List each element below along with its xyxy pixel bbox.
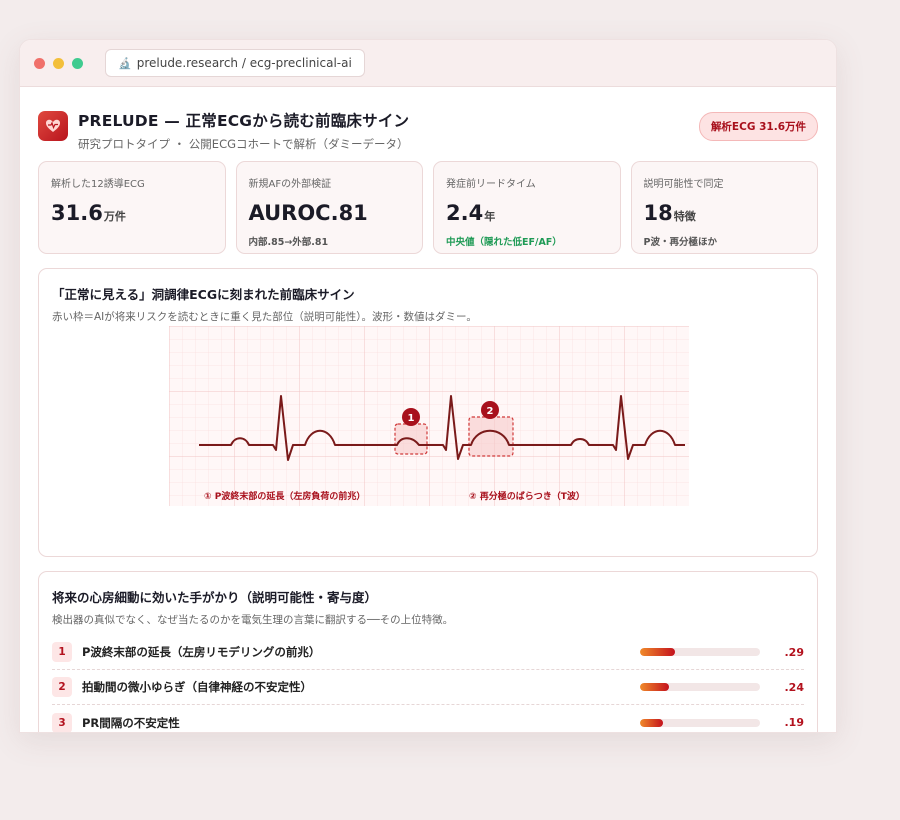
address-bar[interactable]: 🔬 prelude.research / ecg-preclinical-ai	[105, 49, 365, 77]
stats-row: 解析した12誘導ECG 31.6万件 新規AFの外部検証 AUROC.81 内部…	[38, 161, 818, 254]
stat-card-lead-time: 発症前リードタイム 2.4年 中央値（隠れた低EF/AF）	[433, 161, 621, 254]
stat-value: AUROC.81	[248, 201, 368, 225]
contribution-bar	[640, 683, 760, 691]
contribution-value: .19	[784, 716, 805, 729]
page-header: PRELUDE — 正常ECGから読む前臨床サイン 研究プロトタイプ ・ 公開E…	[38, 109, 818, 161]
ecg-panel-title: 「正常に見える」洞調律ECGに刻まれた前臨床サイン	[52, 287, 355, 302]
stat-label: 新規AFの外部検証	[248, 179, 332, 190]
marker-1-number: 1	[408, 413, 415, 424]
ecg-panel: 「正常に見える」洞調律ECGに刻まれた前臨床サイン 赤い枠＝AIが将来リスクを読…	[38, 268, 818, 557]
stat-card-auroc: 新規AFの外部検証 AUROC.81 内部.85→外部.81	[235, 161, 423, 254]
minimize-window-button[interactable]	[53, 57, 64, 69]
page-title: PRELUDE — 正常ECGから読む前臨床サイン	[78, 112, 410, 130]
feature-label: 拍動間の微小ゆらぎ（自律神経の不安定性）	[82, 680, 312, 694]
contribution-bar	[640, 648, 760, 656]
stat-label: 解析した12誘導ECG	[51, 179, 145, 190]
url-text: prelude.research / ecg-preclinical-ai	[136, 56, 352, 70]
contribution-bar	[640, 718, 760, 727]
microscope-icon: 🔬	[118, 56, 132, 70]
contribution-value: .24	[784, 680, 805, 694]
stat-note: P波・再分極ほか	[643, 237, 717, 248]
marker-2-caption: ② 再分極のばらつき（T波）	[469, 490, 585, 502]
close-window-button[interactable]	[34, 57, 45, 69]
stat-card-features: 説明可能性で同定 18特徴 P波・再分極ほか	[630, 161, 818, 254]
rank-badge: 2	[52, 677, 72, 697]
feature-list: 1 P波終末部の延長（左房リモデリングの前兆） .29 2 拍動間の微小ゆらぎ（…	[52, 635, 805, 732]
stat-note: 中央値（隠れた低EF/AF）	[446, 237, 562, 248]
contribution-bar-fill	[640, 718, 663, 727]
rank-badge: 1	[52, 642, 72, 662]
feature-row: 2 拍動間の微小ゆらぎ（自律神経の不安定性） .24	[52, 670, 804, 705]
ecg-count-badge: 解析ECG 31.6万件	[698, 112, 818, 141]
marker-1-caption: ① P波終末部の延長（左房負荷の前兆）	[204, 490, 365, 502]
marker-2-number: 2	[487, 406, 494, 417]
contribution-value: .29	[784, 645, 805, 659]
maximize-window-button[interactable]	[72, 57, 83, 69]
browser-window: 🔬 prelude.research / ecg-preclinical-ai …	[19, 39, 837, 733]
rank-badge: 3	[52, 712, 72, 732]
title-bar: 🔬 prelude.research / ecg-preclinical-ai	[20, 40, 836, 87]
stat-card-ecg-count: 解析した12誘導ECG 31.6万件	[38, 161, 226, 254]
ecg-panel-subtitle: 赤い枠＝AIが将来リスクを読むときに重く見た部位（説明可能性）。波形・数値はダミ…	[52, 311, 477, 323]
contribution-bar-fill	[640, 683, 669, 691]
feature-label: PR間隔の不安定性	[82, 715, 180, 730]
feature-label: P波終末部の延長（左房リモデリングの前兆）	[82, 645, 321, 659]
ecg-strip: 1 2 ① P波終末部の延長（左房負荷の前兆） ② 再分極のばらつき（T波）	[169, 326, 689, 506]
feature-panel-title: 将来の心房細動に効いた手がかり（説明可能性・寄与度）	[52, 590, 378, 605]
stat-label: 説明可能性で同定	[643, 179, 724, 190]
feature-panel-subtitle: 検出器の真似でなく、なぜ当たるのかを電気生理の言葉に翻訳する──その上位特徴。	[52, 614, 454, 626]
stat-value: 2.4年	[446, 201, 496, 225]
feature-panel: 将来の心房細動に効いた手がかり（説明可能性・寄与度） 検出器の真似でなく、なぜ当…	[38, 571, 818, 732]
heart-icon	[38, 111, 68, 141]
contribution-bar-fill	[640, 648, 675, 656]
page-subtitle: 研究プロトタイプ ・ 公開ECGコホートで解析（ダミーデータ）	[78, 137, 409, 151]
stat-value: 31.6万件	[51, 201, 126, 225]
ecg-svg: 1 2 ① P波終末部の延長（左房負荷の前兆） ② 再分極のばらつき（T波）	[169, 326, 689, 506]
feature-row: 1 P波終末部の延長（左房リモデリングの前兆） .29	[52, 635, 804, 670]
feature-row: 3 PR間隔の不安定性 .19	[52, 705, 805, 732]
stat-value: 18特徴	[643, 201, 696, 225]
stat-note: 内部.85→外部.81	[248, 237, 329, 248]
stat-label: 発症前リードタイム	[446, 179, 536, 190]
